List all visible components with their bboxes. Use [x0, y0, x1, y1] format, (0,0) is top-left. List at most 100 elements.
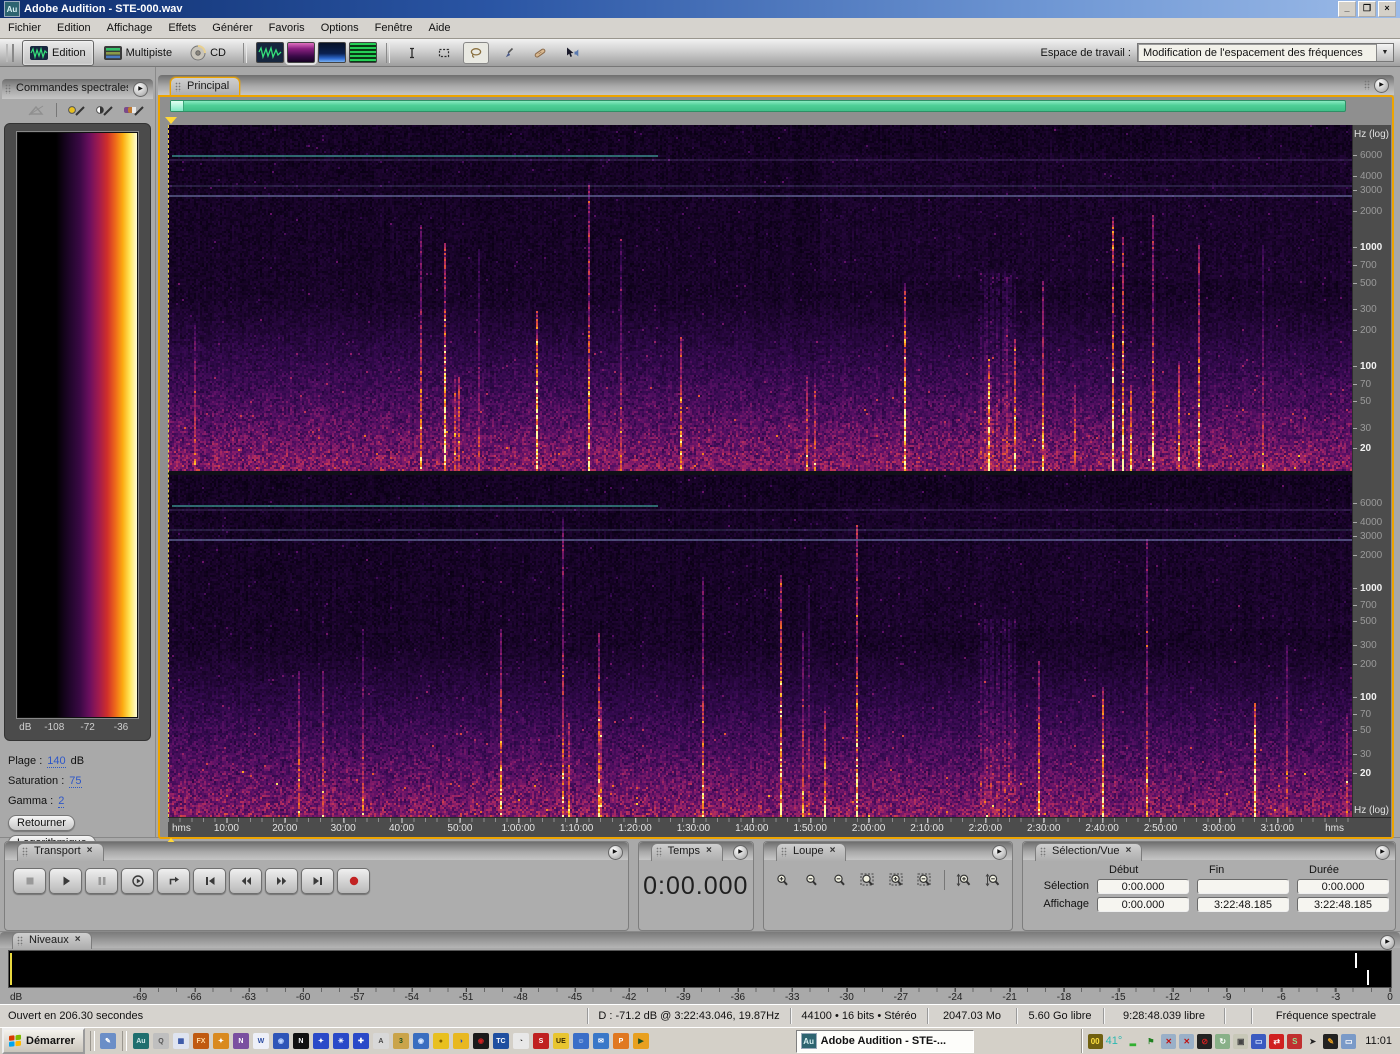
spectral-frequency-display-button[interactable] [285, 40, 317, 65]
close-icon[interactable]: × [87, 845, 93, 856]
media-player-icon[interactable]: ▶ [632, 1033, 649, 1049]
pdf-icon[interactable]: P [612, 1033, 629, 1049]
scrub-tool[interactable] [559, 42, 585, 64]
multipiste-mode-button[interactable]: Multipiste [96, 40, 180, 66]
zoom-out-vertical-button[interactable] [980, 868, 1006, 892]
menu-générer[interactable]: Générer [204, 20, 260, 36]
panel-menu-button[interactable]: ▶ [133, 82, 148, 97]
close-icon[interactable]: × [830, 845, 836, 856]
sync-icon[interactable]: ⇄ [1269, 1033, 1285, 1049]
minimized-app-icon[interactable]: ▂ [1125, 1033, 1141, 1049]
panel-menu-button[interactable]: ▶ [1374, 78, 1389, 93]
lasso-selection-tool[interactable] [463, 41, 489, 64]
start-button[interactable]: Démarrer [2, 1028, 85, 1054]
time-field[interactable] [1197, 878, 1289, 894]
dropdown-arrow-icon[interactable]: ▼ [1376, 44, 1393, 61]
restore-button[interactable]: ❐ [1358, 1, 1376, 17]
panel-grip[interactable] [1364, 80, 1370, 90]
frequency-axis[interactable]: Hz (log) 6000 4000 3000 2000 1000 700 500 300 200… [1352, 125, 1391, 817]
menu-options[interactable]: Options [313, 20, 367, 36]
scanner-icon[interactable]: ▣ [1233, 1033, 1249, 1049]
tab-principal[interactable]: Principal [170, 77, 241, 96]
menu-favoris[interactable]: Favoris [261, 20, 313, 36]
cursor-icon[interactable]: ➤ [1305, 1033, 1321, 1049]
fx-icon[interactable]: FX [192, 1033, 209, 1049]
timer-icon[interactable]: ◔ [512, 1033, 529, 1049]
menu-effets[interactable]: Effets [160, 20, 204, 36]
camera-icon[interactable]: ◉ [472, 1033, 489, 1049]
time-field[interactable]: 3:22:48.185 [1297, 896, 1389, 912]
menu-edition[interactable]: Edition [49, 20, 99, 36]
network-offline-icon[interactable]: ✕ [1161, 1033, 1177, 1049]
minimize-button[interactable]: _ [1338, 1, 1356, 17]
picture-tool-icon[interactable]: ✦ [312, 1033, 329, 1049]
update-icon[interactable]: ↻ [1215, 1033, 1231, 1049]
retourner-button[interactable]: Retourner [8, 815, 75, 831]
tab-transport[interactable]: Transport × [17, 843, 104, 861]
panel-menu-button[interactable]: ▶ [1375, 845, 1390, 860]
flag-icon[interactable]: ⚑ [1143, 1033, 1159, 1049]
rewind-button[interactable] [229, 868, 262, 894]
spectrogram-left-channel[interactable] [168, 125, 1352, 471]
panel-menu-button[interactable]: ▶ [733, 845, 748, 860]
web-tool-icon[interactable]: 3 [392, 1033, 409, 1049]
ball-duo-icon[interactable]: ◑ [452, 1033, 469, 1049]
field-value-link[interactable]: 75 [69, 775, 82, 788]
effects-tool-icon[interactable]: ✳ [332, 1033, 349, 1049]
palette-gradient-pen-icon[interactable] [123, 104, 145, 117]
time-field[interactable]: 0:00.000 [1297, 878, 1389, 894]
netscape-icon[interactable]: N [292, 1033, 309, 1049]
meter-pause-icon[interactable]: 00 [1087, 1033, 1103, 1049]
word-icon[interactable]: W [252, 1033, 269, 1049]
tab-selection-vue[interactable]: Sélection/Vue × [1035, 843, 1143, 861]
playhead-line[interactable] [168, 125, 169, 817]
spectrogram-right-channel[interactable] [168, 475, 1352, 817]
close-icon[interactable]: × [1125, 845, 1131, 856]
cd-mode-button[interactable]: CD [182, 40, 234, 66]
field-value-link[interactable]: 2 [58, 795, 65, 808]
time-field[interactable]: 0:00.000 [1097, 896, 1189, 912]
close-icon[interactable]: × [75, 934, 81, 945]
menu-aide[interactable]: Aide [421, 20, 459, 36]
calculator-icon[interactable]: ▦ [172, 1033, 189, 1049]
level-meter[interactable] [8, 950, 1392, 988]
go-to-end-button[interactable] [301, 868, 334, 894]
sbp-icon[interactable]: S [532, 1033, 549, 1049]
globe-icon[interactable]: ◉ [412, 1033, 429, 1049]
display-icon[interactable]: ▭ [1251, 1033, 1267, 1049]
works-icon[interactable]: ✦ [212, 1033, 229, 1049]
pen-tablet-icon[interactable]: ✎ [99, 1033, 116, 1049]
panel-menu-button[interactable]: ▶ [1380, 935, 1395, 950]
panel-grip[interactable] [5, 84, 11, 94]
pause-button[interactable] [85, 868, 118, 894]
archive-icon[interactable]: A [372, 1033, 389, 1049]
time-selection-tool[interactable] [399, 42, 425, 64]
spectral-phase-display-button[interactable] [318, 42, 346, 63]
quicktime-icon[interactable]: Q [152, 1033, 169, 1049]
panel-menu-button[interactable]: ▶ [992, 845, 1007, 860]
menu-affichage[interactable]: Affichage [99, 20, 161, 36]
waveform-display-button[interactable] [256, 42, 284, 63]
time-field[interactable]: 3:22:48.185 [1197, 896, 1289, 912]
marquee-selection-tool[interactable] [431, 42, 457, 64]
stop-button[interactable] [13, 868, 46, 894]
palette-adjust-icon[interactable] [28, 104, 46, 117]
pen-icon[interactable]: ✎ [1323, 1033, 1339, 1049]
playhead-marker-top[interactable] [165, 117, 177, 124]
spot-healing-brush-tool[interactable] [527, 42, 553, 64]
tab-temps[interactable]: Temps × [650, 843, 723, 861]
zoom-out-full-button[interactable] [827, 868, 853, 892]
go-to-beginning-button[interactable] [193, 868, 226, 894]
ue-icon[interactable]: UE [552, 1033, 569, 1049]
play-button[interactable] [49, 868, 82, 894]
fast-forward-button[interactable] [265, 868, 298, 894]
zoom-selection-right-edge-button[interactable] [912, 868, 938, 892]
ball-yellow-icon[interactable]: ● [432, 1033, 449, 1049]
onenote-icon[interactable]: N [232, 1033, 249, 1049]
zoom-to-selection-button[interactable] [855, 868, 881, 892]
tc-icon[interactable]: TC [492, 1033, 509, 1049]
spectral-palette-gradient[interactable] [16, 131, 139, 719]
tab-loupe[interactable]: Loupe × [776, 843, 847, 861]
spectral-palette[interactable]: dB -108 -72 -36 [4, 123, 151, 741]
edition-mode-button[interactable]: Edition [22, 39, 94, 66]
